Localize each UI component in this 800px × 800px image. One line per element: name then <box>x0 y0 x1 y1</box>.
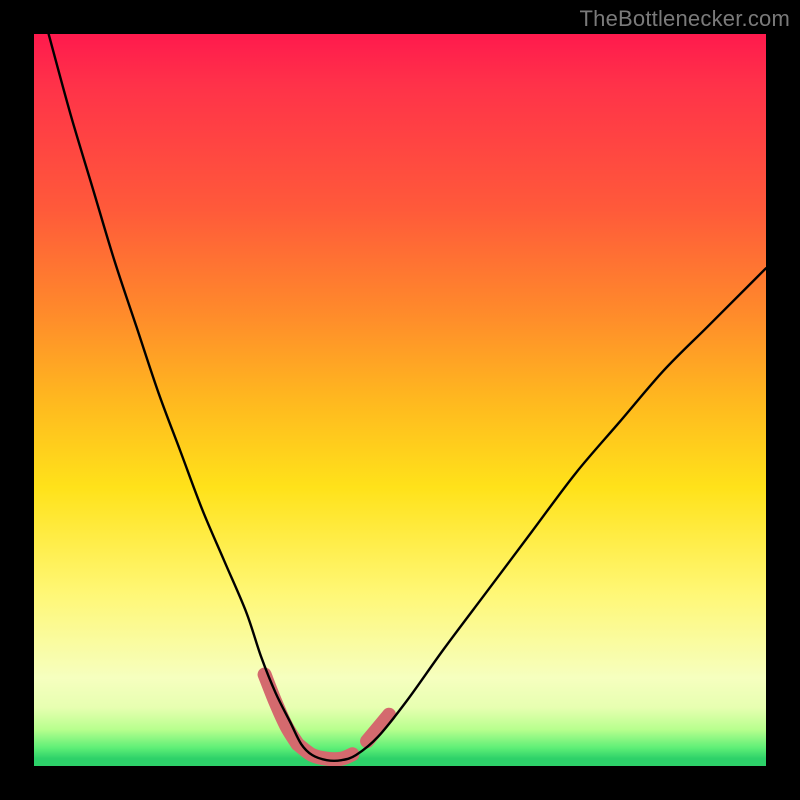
watermark-text: TheBottlenecker.com <box>580 6 790 32</box>
curve-highlight-trough-base <box>298 744 353 759</box>
bottleneck-curve-line <box>49 34 766 761</box>
bottleneck-curve-svg <box>34 34 766 766</box>
curve-highlight-trough-left <box>265 675 298 745</box>
curve-highlight-trough-right <box>367 715 389 741</box>
outer-frame: TheBottlenecker.com <box>0 0 800 800</box>
chart-plot-area <box>34 34 766 766</box>
